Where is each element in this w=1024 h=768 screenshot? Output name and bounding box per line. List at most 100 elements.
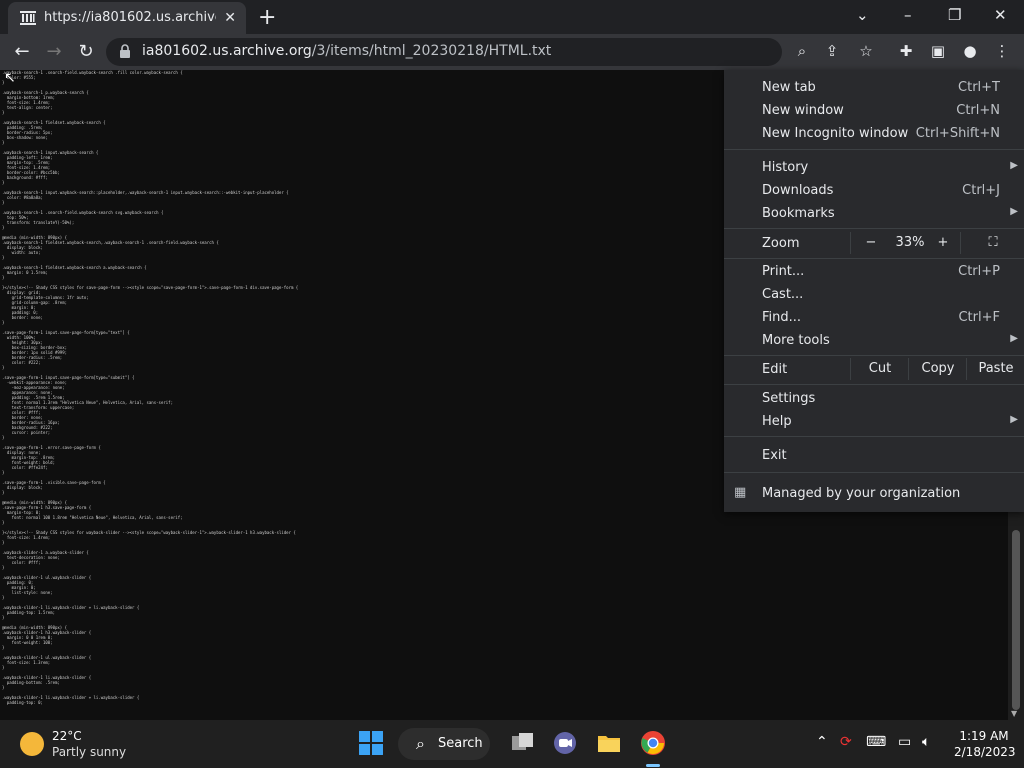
menu-item-downloads[interactable]: Downloads Ctrl+J <box>724 179 1024 201</box>
forward-arrow-icon[interactable]: → <box>42 40 66 64</box>
menu-shortcut: Ctrl+Shift+N <box>915 126 1000 141</box>
minimize-button[interactable]: – <box>904 6 912 24</box>
extensions-puzzle-icon[interactable]: ✚ <box>896 42 916 62</box>
restore-button[interactable]: ❐ <box>948 6 961 24</box>
weather-description[interactable]: Partly sunny <box>52 745 126 759</box>
url-host: ia801602.us.archive.org <box>142 43 312 59</box>
teams-chat-icon[interactable] <box>552 730 578 756</box>
zoom-in-button[interactable]: + <box>930 232 956 254</box>
tab-title: https://ia801602.us.archive.org/3/ <box>44 10 216 25</box>
close-tab-icon[interactable]: ✕ <box>224 10 236 26</box>
url-path: /3/items/html_20230218/HTML.txt <box>311 43 552 59</box>
clock-time: 1:19 AM <box>959 729 1009 743</box>
menu-item-managed[interactable]: ▦ Managed by your organization <box>724 482 1024 504</box>
menu-label: Managed by your organization <box>762 486 961 501</box>
share-icon[interactable]: ⇪ <box>822 42 842 62</box>
volume-icon[interactable]: 🔈︎ <box>922 734 930 750</box>
taskbar-search-button[interactable]: ⌕ Search <box>398 728 490 760</box>
menu-label: Settings <box>762 391 816 406</box>
zoom-magnifier-icon[interactable]: ⌕ <box>792 42 812 62</box>
submenu-arrow-icon: ▶ <box>1010 206 1018 217</box>
zoom-out-button[interactable]: − <box>850 232 891 254</box>
bookmark-star-icon[interactable]: ☆ <box>856 42 876 62</box>
system-clock[interactable]: 1:19 AM 2/18/2023 <box>954 729 1016 759</box>
menu-item-new-window[interactable]: New window Ctrl+N <box>724 99 1024 121</box>
menu-divider <box>724 436 1024 437</box>
menu-divider <box>724 149 1024 150</box>
tab-search-icon[interactable]: ⌄ <box>856 6 869 24</box>
clock-date: 2/18/2023 <box>954 745 1016 759</box>
menu-label: Exit <box>762 448 787 463</box>
code-line: .wayback-search-1 input.wayback-search::… <box>2 190 289 195</box>
menu-item-new-incognito[interactable]: New Incognito window Ctrl+Shift+N <box>724 122 1024 144</box>
url-text[interactable]: ia801602.us.archive.org/3/items/html_202… <box>142 43 551 59</box>
cut-button[interactable]: Cut <box>850 358 909 380</box>
code-line: }</style><!-- Shady CSS styles for save-… <box>2 285 299 290</box>
chrome-menu-icon[interactable]: ⋮ <box>992 42 1012 62</box>
submenu-arrow-icon: ▶ <box>1010 414 1018 425</box>
menu-item-edit: Edit Cut Copy Paste <box>724 358 1024 380</box>
profile-icon[interactable]: ● <box>960 42 980 62</box>
menu-shortcut: Ctrl+F <box>958 310 1000 325</box>
reload-icon[interactable]: ↻ <box>74 40 98 64</box>
menu-item-exit[interactable]: Exit <box>724 444 1024 466</box>
menu-item-bookmarks[interactable]: Bookmarks ▶ <box>724 202 1024 224</box>
chrome-main-menu: New tab Ctrl+T New window Ctrl+N New Inc… <box>724 70 1024 512</box>
menu-item-history[interactable]: History ▶ <box>724 156 1024 178</box>
menu-item-new-tab[interactable]: New tab Ctrl+T <box>724 76 1024 98</box>
menu-divider <box>724 258 1024 259</box>
lock-icon[interactable] <box>118 44 132 58</box>
submenu-arrow-icon: ▶ <box>1010 160 1018 171</box>
menu-divider <box>724 355 1024 356</box>
submenu-arrow-icon: ▶ <box>1010 333 1018 344</box>
menu-item-cast[interactable]: Cast... <box>724 283 1024 305</box>
paste-button[interactable]: Paste <box>966 358 1024 380</box>
menu-shortcut: Ctrl+T <box>958 80 1000 95</box>
file-explorer-icon[interactable] <box>596 730 622 756</box>
windows-start-icon[interactable] <box>358 730 384 756</box>
network-icon[interactable]: ▭ <box>898 734 911 750</box>
sync-alert-icon[interactable]: ⟳ <box>840 734 852 750</box>
menu-item-help[interactable]: Help ▶ <box>724 410 1024 432</box>
menu-item-print[interactable]: Print... Ctrl+P <box>724 260 1024 282</box>
menu-item-more-tools[interactable]: More tools ▶ <box>724 329 1024 351</box>
menu-label: Zoom <box>762 236 800 251</box>
menu-label: New window <box>762 103 844 118</box>
menu-shortcut: Ctrl+P <box>958 264 1000 279</box>
menu-label: Bookmarks <box>762 206 835 221</box>
scrollbar-thumb[interactable] <box>1012 530 1020 710</box>
menu-shortcut: Ctrl+N <box>956 103 1000 118</box>
search-label: Search <box>438 736 483 751</box>
scroll-down-arrow-icon[interactable]: ▼ <box>1011 709 1017 718</box>
copy-button[interactable]: Copy <box>908 358 967 380</box>
weather-sun-cloud-icon[interactable] <box>20 732 44 756</box>
menu-label: Downloads <box>762 183 834 198</box>
side-panel-icon[interactable]: ▣ <box>928 42 948 62</box>
menu-divider <box>724 472 1024 473</box>
menu-divider <box>724 384 1024 385</box>
keyboard-icon[interactable]: ⌨ <box>866 734 886 750</box>
browser-toolbar: ← → ↻ ia801602.us.archive.org/3/items/ht… <box>0 34 1024 70</box>
menu-shortcut: Ctrl+J <box>962 183 1000 198</box>
archive-org-favicon-icon <box>20 11 36 25</box>
show-hidden-icons-chevron-icon[interactable]: ⌃ <box>816 734 828 750</box>
chrome-taskbar-icon[interactable] <box>640 730 666 756</box>
back-arrow-icon[interactable]: ← <box>10 40 34 64</box>
tab-strip: https://ia801602.us.archive.org/3/ ✕ + ⌄… <box>0 0 1024 34</box>
task-view-icon[interactable] <box>510 730 536 756</box>
source-text: .wayback-search-1 .search-field.wayback-… <box>2 70 298 705</box>
weather-temperature[interactable]: 22°C <box>52 729 82 743</box>
close-window-button[interactable]: ✕ <box>994 6 1007 24</box>
menu-label: New tab <box>762 80 816 95</box>
building-icon: ▦ <box>734 485 747 500</box>
fullscreen-icon[interactable]: ⛶ <box>960 232 1024 254</box>
browser-tab[interactable]: https://ia801602.us.archive.org/3/ ✕ <box>8 2 246 34</box>
menu-label: Edit <box>762 362 788 377</box>
new-tab-button[interactable]: + <box>258 5 276 30</box>
mouse-cursor-icon: ↖ <box>4 70 16 86</box>
address-bar[interactable]: ia801602.us.archive.org/3/items/html_202… <box>106 38 806 66</box>
menu-item-find[interactable]: Find... Ctrl+F <box>724 306 1024 328</box>
menu-label: Cast... <box>762 287 804 302</box>
menu-item-settings[interactable]: Settings <box>724 387 1024 409</box>
menu-label: New Incognito window <box>762 126 909 141</box>
